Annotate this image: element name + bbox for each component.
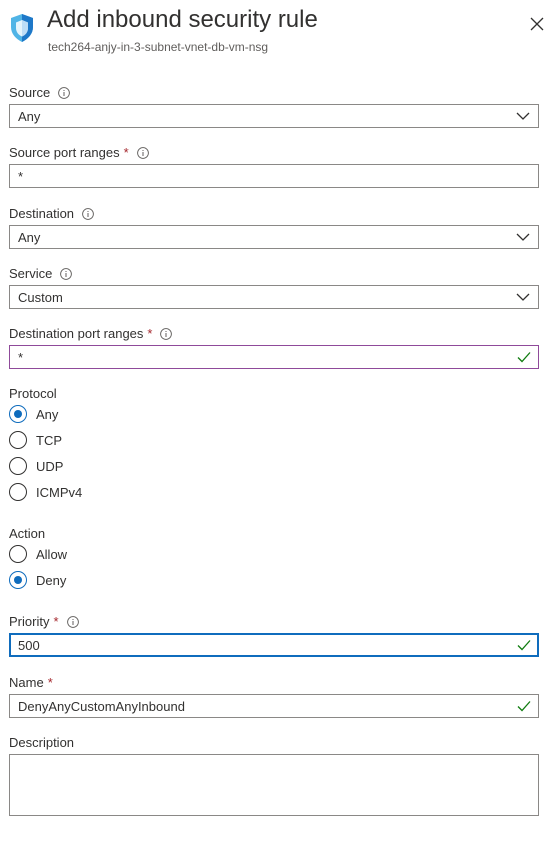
required-asterisk: * (147, 326, 153, 341)
name-input[interactable]: DenyAnyCustomAnyInbound (9, 694, 539, 718)
radio-circle[interactable] (9, 457, 27, 475)
panel-header: Add inbound security rule tech264-anjy-i… (0, 0, 553, 60)
protocol-option-label: TCP (36, 432, 62, 448)
description-textarea[interactable] (9, 754, 539, 816)
source-label: Source (9, 85, 71, 100)
info-icon[interactable] (160, 327, 173, 340)
action-option-label: Deny (36, 572, 67, 588)
service-dropdown[interactable]: Custom (9, 285, 539, 309)
name-value: DenyAnyCustomAnyInbound (18, 699, 185, 714)
destination-dropdown[interactable]: Any (9, 225, 539, 249)
required-asterisk: * (47, 675, 53, 690)
service-value: Custom (18, 290, 63, 305)
destination-label-text: Destination (9, 206, 75, 221)
action-label-text: Action (9, 526, 46, 541)
shield-icon (11, 14, 33, 42)
destination-port-ranges-input[interactable]: * (9, 345, 539, 369)
required-asterisk: * (53, 614, 59, 629)
protocol-label: Protocol (9, 386, 57, 401)
close-icon[interactable] (528, 15, 546, 33)
radio-circle-selected[interactable] (9, 405, 27, 423)
chevron-down-icon (516, 233, 530, 241)
radio-circle[interactable] (9, 431, 27, 449)
source-value: Any (18, 109, 41, 124)
protocol-label-text: Protocol (9, 386, 57, 401)
action-label: Action (9, 526, 45, 541)
protocol-radio-tcp[interactable]: TCP (9, 431, 62, 449)
priority-value: 500 (18, 638, 40, 653)
source-port-ranges-value: * (18, 169, 24, 184)
name-label-text: Name (9, 675, 44, 690)
destination-value: Any (18, 230, 41, 245)
page-title: Add inbound security rule (47, 6, 318, 33)
info-icon[interactable] (82, 207, 94, 220)
protocol-radio-udp[interactable]: UDP (9, 457, 63, 475)
source-label-text: Source (9, 85, 51, 100)
info-icon[interactable] (66, 615, 79, 628)
name-label: Name * (9, 675, 53, 690)
checkmark-icon (517, 701, 531, 712)
radio-circle-selected[interactable] (9, 571, 27, 589)
action-radio-allow[interactable]: Allow (9, 545, 67, 563)
destination-label: Destination (9, 206, 94, 221)
checkmark-icon (517, 352, 531, 363)
checkmark-icon (517, 640, 531, 651)
source-port-ranges-label: Source port ranges * (9, 145, 149, 160)
service-label-text: Service (9, 266, 53, 281)
priority-input[interactable]: 500 (9, 633, 539, 657)
protocol-radio-icmpv4[interactable]: ICMPv4 (9, 483, 82, 501)
protocol-option-label: Any (36, 406, 59, 422)
priority-label-text: Priority (9, 614, 50, 629)
description-label-text: Description (9, 735, 75, 750)
action-radio-deny[interactable]: Deny (9, 571, 66, 589)
protocol-radio-any[interactable]: Any (9, 405, 58, 423)
source-port-ranges-input[interactable]: * (9, 164, 539, 188)
radio-circle[interactable] (9, 545, 27, 563)
chevron-down-icon (516, 293, 530, 301)
info-icon[interactable] (136, 146, 149, 159)
destination-port-ranges-value: * (18, 350, 24, 365)
protocol-option-label: ICMPv4 (36, 484, 83, 500)
description-label: Description (9, 735, 74, 750)
priority-label: Priority * (9, 614, 79, 629)
required-asterisk: * (123, 145, 129, 160)
chevron-down-icon (516, 112, 530, 120)
source-port-ranges-label-text: Source port ranges (9, 145, 120, 160)
protocol-option-label: UDP (36, 458, 64, 474)
info-icon[interactable] (58, 86, 71, 99)
action-option-label: Allow (36, 546, 68, 562)
service-label: Service (9, 266, 73, 281)
radio-circle[interactable] (9, 483, 27, 501)
destination-port-ranges-label-text: Destination port ranges (9, 326, 144, 341)
page-subtitle: tech264-anjy-in-3-subnet-vnet-db-vm-nsg (48, 40, 269, 54)
info-icon[interactable] (60, 267, 73, 280)
destination-port-ranges-label: Destination port ranges * (9, 326, 173, 341)
source-dropdown[interactable]: Any (9, 104, 539, 128)
